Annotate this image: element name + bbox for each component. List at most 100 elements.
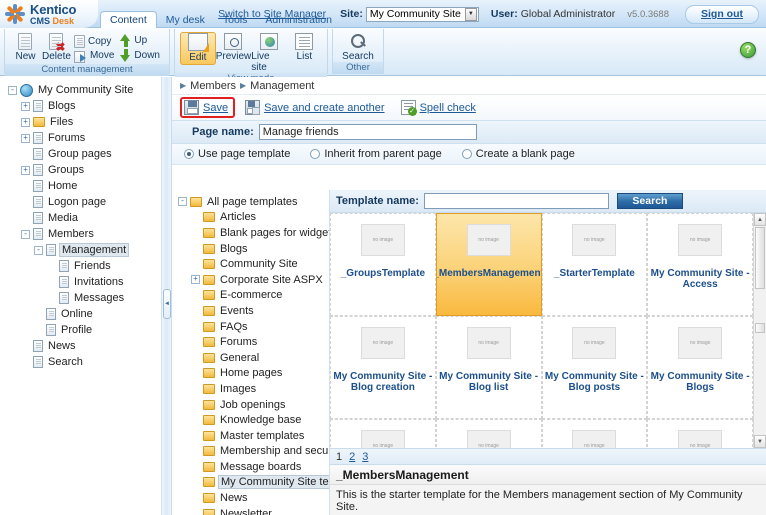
template-tree-label-community-site[interactable]: Community Site [218, 258, 300, 270]
template-tree-node-knowledge-base[interactable]: Knowledge base [176, 412, 329, 428]
radio-inherit-from-parent[interactable]: Inherit from parent page [310, 148, 442, 160]
template-tree-label-events[interactable]: Events [218, 305, 256, 317]
tree-label-online[interactable]: Online [59, 308, 95, 320]
template-tree-node-community-site[interactable]: Community Site [176, 256, 329, 272]
tree-node-logon-page[interactable]: Logon page [4, 194, 161, 210]
template-tree-node-corporate-site-aspx[interactable]: + Corporate Site ASPX [176, 272, 329, 288]
template-card-blogs[interactable]: no image My Community Site - Blogs [647, 316, 753, 419]
tree-node-forums[interactable]: + Forums [4, 130, 161, 146]
tree-label-messages[interactable]: Messages [72, 292, 126, 304]
tree-label-files[interactable]: Files [48, 116, 75, 128]
ribbon-button-list[interactable]: List [287, 32, 322, 62]
template-tree-node-membership-and-security[interactable]: Membership and security [176, 444, 329, 460]
help-icon[interactable]: ? [740, 42, 756, 58]
template-card-blog-creation[interactable]: no image My Community Site - Blog creati… [330, 316, 436, 419]
sign-out-button[interactable]: Sign out [685, 4, 759, 24]
template-tree-node-newsletter[interactable]: Newsletter [176, 506, 329, 515]
tree-label-logon-page[interactable]: Logon page [46, 196, 108, 208]
pager-page-2[interactable]: 2 [349, 451, 355, 463]
template-tree-label-images[interactable]: Images [218, 383, 258, 395]
pane-splitter[interactable]: ◄ [162, 77, 172, 515]
template-tree-node-home-pages[interactable]: Home pages [176, 366, 329, 382]
template-card-blog-posts[interactable]: no image My Community Site - Blog posts [541, 316, 648, 419]
chevron-down-icon[interactable]: ▼ [464, 7, 477, 21]
tree-node-online[interactable]: Online [4, 306, 161, 322]
template-tree-label-master-templates[interactable]: Master templates [218, 430, 306, 442]
tree-label-forums[interactable]: Forums [46, 132, 87, 144]
template-tree-label-membership-and-security[interactable]: Membership and security [218, 445, 329, 457]
expander-icon[interactable]: - [8, 85, 17, 95]
expander-icon[interactable]: - [34, 245, 43, 255]
template-tree-node-faqs[interactable]: FAQs [176, 319, 329, 335]
tree-label-news[interactable]: News [46, 340, 78, 352]
tree-node-group-pages[interactable]: Group pages [4, 146, 161, 162]
template-card-starter-template[interactable]: no image _StarterTemplate [541, 213, 648, 316]
template-tree-node-blank-pages-for-widgets[interactable]: Blank pages for widgets [176, 225, 329, 241]
pager-page-1[interactable]: 1 [336, 451, 342, 463]
tree-node-members[interactable]: - Members [4, 226, 161, 242]
tree-label-root[interactable]: My Community Site [36, 84, 135, 96]
template-tree-node-blogs[interactable]: Blogs [176, 241, 329, 257]
template-name-input[interactable] [423, 193, 609, 209]
tree-node-messages[interactable]: Messages [4, 290, 161, 306]
template-tree-label-message-boards[interactable]: Message boards [218, 461, 303, 473]
template-tree-node-news[interactable]: News [176, 490, 329, 506]
tree-node-blogs[interactable]: + Blogs [4, 98, 161, 114]
template-card-members-management[interactable]: no image _MembersManagement [435, 213, 542, 316]
ribbon-button-edit[interactable]: Edit [180, 32, 216, 65]
switch-to-site-manager-link[interactable]: Switch to Site Manager [218, 8, 326, 20]
tree-node-profile[interactable]: Profile [4, 322, 161, 338]
tree-label-groups[interactable]: Groups [46, 164, 86, 176]
page-name-input[interactable] [258, 124, 477, 140]
ribbon-button-live-site[interactable]: Live site [251, 32, 286, 73]
template-tree-node-images[interactable]: Images [176, 381, 329, 397]
tree-label-group-pages[interactable]: Group pages [46, 148, 114, 160]
template-tree-label-knowledge-base[interactable]: Knowledge base [218, 414, 303, 426]
expander-icon[interactable]: + [21, 101, 30, 111]
scroll-down-arrow-icon[interactable]: ▼ [754, 435, 766, 448]
ribbon-button-new[interactable]: New [10, 32, 41, 62]
ribbon-button-up[interactable]: Up [118, 33, 164, 48]
tree-node-management[interactable]: - Management [4, 242, 161, 258]
tree-node-invitations[interactable]: Invitations [4, 274, 161, 290]
template-card-access[interactable]: no image My Community Site - Access [647, 213, 753, 316]
tab-content[interactable]: Content [100, 11, 157, 29]
spell-check-button[interactable]: ✓ Spell check [400, 100, 476, 116]
tree-label-invitations[interactable]: Invitations [72, 276, 126, 288]
tree-node-files[interactable]: + Files [4, 114, 161, 130]
template-tree-label-root[interactable]: All page templates [205, 196, 300, 208]
tree-node-groups[interactable]: + Groups [4, 162, 161, 178]
expander-icon[interactable]: + [21, 133, 30, 143]
expander-icon[interactable]: - [21, 229, 30, 239]
expander-icon[interactable]: + [21, 165, 30, 175]
template-tree-node-message-boards[interactable]: Message boards [176, 459, 329, 475]
radio-use-page-template[interactable]: Use page template [184, 148, 290, 160]
template-tree-label-my-community-site-templates[interactable]: My Community Site templates [218, 475, 329, 490]
tree-node-news[interactable]: News [4, 338, 161, 354]
template-tree-label-articles[interactable]: Articles [218, 211, 258, 223]
ribbon-button-copy[interactable]: Copy [72, 34, 118, 49]
template-card-row3-3[interactable]: no image [541, 419, 648, 448]
expander-icon[interactable]: - [178, 197, 187, 207]
breadcrumb-item-management[interactable]: Management [250, 80, 314, 92]
ribbon-button-delete[interactable]: ✖ Delete [41, 32, 72, 62]
tree-node-home[interactable]: Home [4, 178, 161, 194]
site-select[interactable]: My Community Site ▼ [365, 6, 479, 22]
scroll-up-arrow-icon[interactable]: ▲ [754, 213, 766, 226]
template-tree-node-job-openings[interactable]: Job openings [176, 397, 329, 413]
template-tree-node-root[interactable]: - All page templates [176, 194, 329, 210]
ribbon-button-down[interactable]: Down [118, 48, 164, 63]
template-search-button[interactable]: Search [616, 193, 683, 209]
template-tree-label-faqs[interactable]: FAQs [218, 321, 250, 333]
tree-label-search[interactable]: Search [46, 356, 85, 368]
template-tree-label-blank-pages[interactable]: Blank pages for widgets [218, 227, 329, 239]
tab-my-desk[interactable]: My desk [157, 11, 214, 29]
template-tree-label-e-commerce[interactable]: E-commerce [218, 289, 284, 301]
save-button[interactable]: Save [180, 97, 236, 118]
tree-node-media[interactable]: Media [4, 210, 161, 226]
save-and-create-another-button[interactable]: Save and create another [245, 100, 385, 115]
splitter-collapse-handle[interactable]: ◄ [163, 289, 171, 319]
radio-create-blank-page[interactable]: Create a blank page [461, 148, 575, 160]
template-tree-node-my-community-site-templates[interactable]: My Community Site templates [176, 475, 329, 491]
template-tree-label-job-openings[interactable]: Job openings [218, 399, 287, 411]
